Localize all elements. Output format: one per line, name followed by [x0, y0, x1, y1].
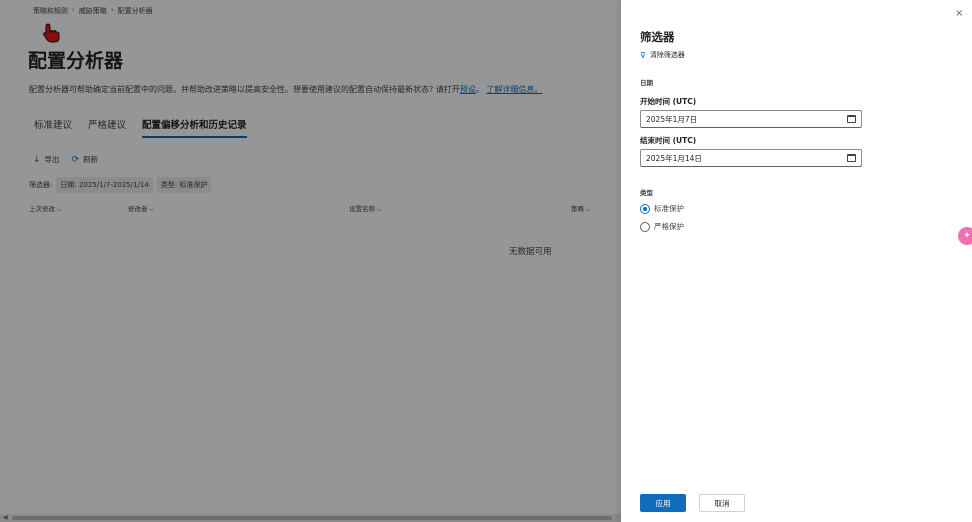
- calendar-icon[interactable]: [847, 115, 856, 123]
- tab-standard[interactable]: 标准建议: [34, 117, 72, 138]
- refresh-icon: ⟳: [71, 154, 80, 165]
- column-header-last-modified[interactable]: 上次修改 ⌵: [29, 203, 62, 214]
- refresh-label: 刷新: [83, 155, 99, 164]
- panel-title: 筛选器: [640, 30, 675, 44]
- date-section-heading: 日期: [640, 79, 653, 87]
- start-date-picker[interactable]: 2025年1月7日: [640, 110, 862, 128]
- export-label: 导出: [44, 155, 60, 164]
- cancel-button[interactable]: 取消: [699, 494, 745, 512]
- apply-button[interactable]: 应用: [640, 494, 686, 512]
- end-date-picker[interactable]: 2025年1月14日: [640, 149, 862, 167]
- radio-label: 标准保护: [654, 204, 684, 213]
- radio-standard-protection[interactable]: 标准保护: [640, 203, 684, 214]
- column-label: 设置名称: [349, 205, 375, 213]
- start-date-value: 2025年1月7日: [646, 114, 698, 124]
- page-description: 配置分析器可帮助确定当前配置中的问题，并帮助改进策略以提高安全性。想要使用建议的…: [29, 85, 543, 94]
- filter-clear-icon: ⊽: [640, 50, 646, 60]
- chevron-down-icon: ⌵: [149, 206, 155, 213]
- learn-more-link[interactable]: 了解详细信息。: [486, 85, 542, 94]
- tab-strict[interactable]: 严格建议: [88, 117, 126, 138]
- toolbar: ↓ 导出 ⟳ 刷新: [33, 154, 98, 165]
- radio-unselected-icon[interactable]: [640, 221, 650, 232]
- chevron-down-icon: ⌵: [57, 206, 62, 213]
- column-label: 上次修改: [29, 205, 55, 213]
- scrollbar-thumb[interactable]: [12, 516, 612, 520]
- chevron-down-icon: ⌵: [586, 206, 591, 213]
- active-filters: 筛选器: 日期: 2025/1/7-2025/1/14 类型: 标准保护: [29, 177, 212, 193]
- page-title: 配置分析器: [28, 50, 124, 72]
- breadcrumb-item-policies[interactable]: 策略和规则: [33, 6, 68, 16]
- radio-strict-protection[interactable]: 严格保护: [640, 221, 684, 232]
- radio-selected-icon[interactable]: [640, 203, 650, 214]
- export-button[interactable]: ↓ 导出: [33, 154, 60, 165]
- column-header-setting-name[interactable]: 设置名称 ⌵: [349, 203, 382, 214]
- column-label: 策略: [571, 205, 584, 213]
- close-icon[interactable]: ×: [955, 8, 963, 19]
- cursor-hand-icon: [43, 23, 60, 43]
- scroll-left-icon[interactable]: ◀: [3, 514, 8, 521]
- breadcrumb-separator: ›: [72, 6, 75, 14]
- tab-list: 标准建议 严格建议 配置偏移分析和历史记录: [34, 117, 247, 138]
- breadcrumb: 策略和规则 › 威胁策略 › 配置分析器: [33, 6, 153, 16]
- date-filter-chip[interactable]: 日期: 2025/1/7-2025/1/14: [56, 177, 153, 193]
- column-label: 修改者: [128, 205, 148, 213]
- refresh-button[interactable]: ⟳ 刷新: [72, 154, 99, 165]
- type-section-heading: 类型: [640, 189, 653, 197]
- column-header-modified-by[interactable]: 修改者 ⌵: [128, 203, 154, 214]
- download-icon: ↓: [33, 154, 41, 165]
- end-time-label: 结束时间 (UTC): [640, 136, 697, 145]
- start-time-label: 开始时间 (UTC): [640, 97, 697, 106]
- horizontal-scrollbar[interactable]: ◀: [0, 514, 621, 522]
- filter-panel: × 筛选器 ⊽ 清除筛选器 日期 开始时间 (UTC) 2025年1月7日 结束…: [621, 0, 972, 522]
- calendar-icon[interactable]: [847, 154, 856, 162]
- clear-filters-label: 清除筛选器: [649, 51, 685, 59]
- end-date-value: 2025年1月14日: [646, 153, 702, 163]
- floating-assistant-button[interactable]: ✦: [958, 227, 972, 245]
- chevron-down-icon: ⌵: [377, 206, 382, 213]
- breadcrumb-item-threat-policies[interactable]: 威胁策略: [79, 6, 107, 16]
- breadcrumb-item-current: 配置分析器: [117, 7, 153, 15]
- description-text: 配置分析器可帮助确定当前配置中的问题，并帮助改进策略以提高安全性。想要使用建议的…: [29, 85, 460, 94]
- breadcrumb-separator: ›: [110, 6, 114, 14]
- type-filter-chip[interactable]: 类型: 标准保护: [156, 177, 212, 193]
- main-content: 策略和规则 › 威胁策略 › 配置分析器 配置分析器 配置分析器可帮助确定当前配…: [0, 0, 621, 522]
- clear-filters-button[interactable]: ⊽ 清除筛选器: [640, 50, 685, 60]
- tab-drift-history[interactable]: 配置偏移分析和历史记录: [142, 117, 247, 138]
- empty-state-text: 无数据可用: [509, 247, 552, 257]
- column-header-policy[interactable]: 策略 ⌵: [571, 203, 591, 214]
- radio-label: 严格保护: [654, 222, 684, 231]
- filters-label: 筛选器:: [29, 181, 53, 189]
- preset-link[interactable]: 预设: [460, 85, 476, 94]
